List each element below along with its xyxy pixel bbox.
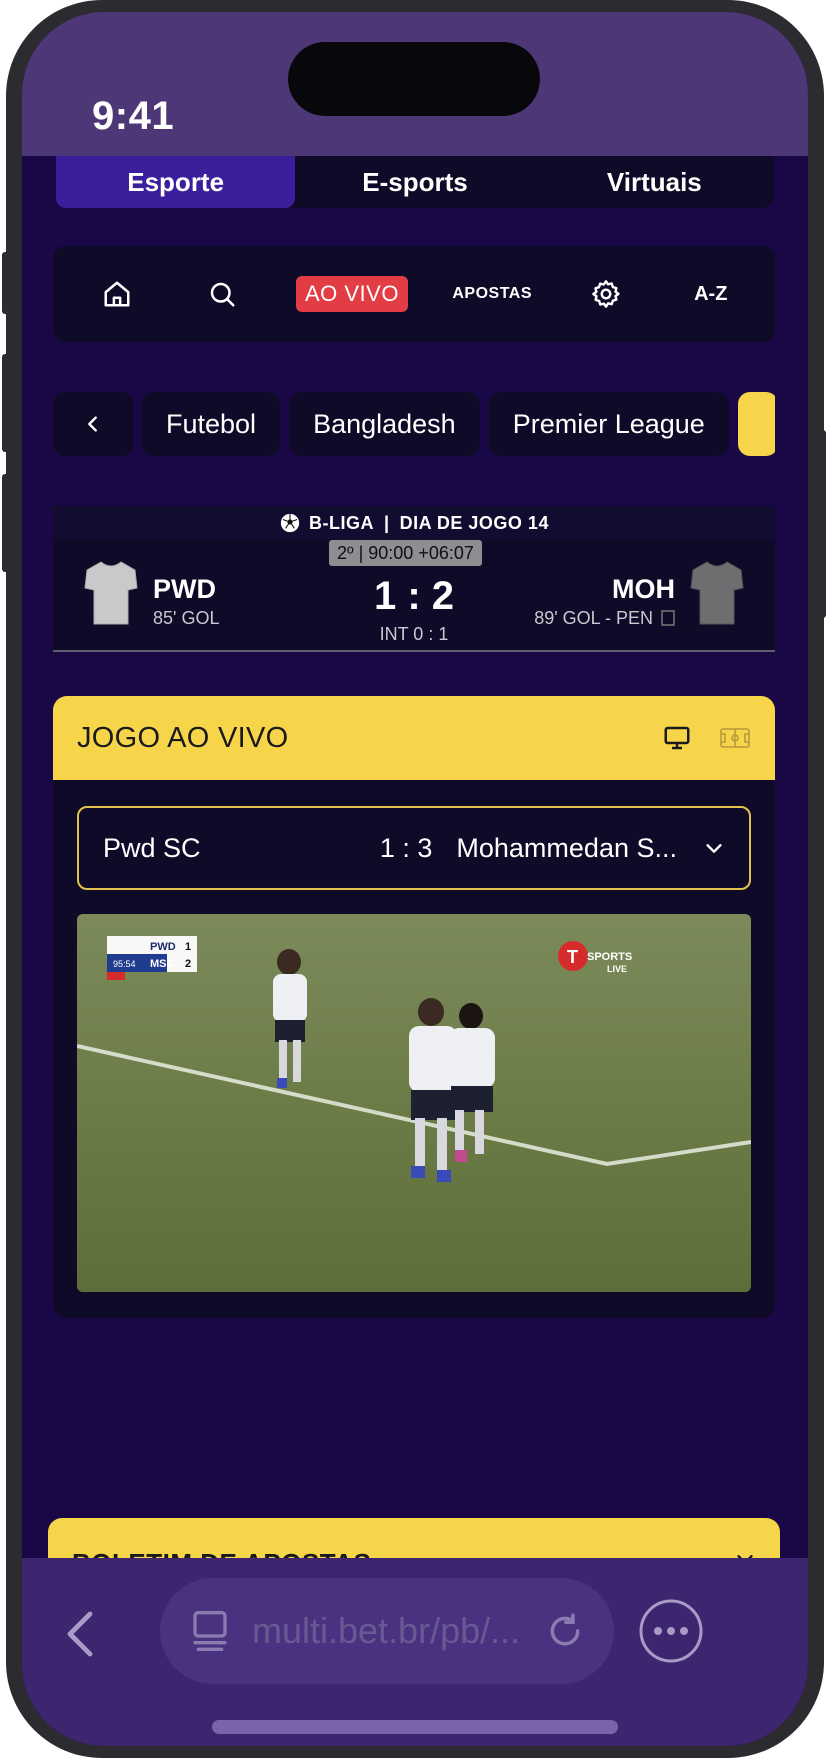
scoreboard[interactable]: B-LIGA | DIA DE JOGO 14 2º | 90:00 +06:0… — [53, 506, 775, 652]
home-indicator[interactable] — [212, 1720, 618, 1734]
match-round: DIA DE JOGO 14 — [399, 512, 549, 533]
product-tabs: Esporte E-sports Virtuais — [56, 156, 774, 208]
match-selector[interactable]: Pwd SC 1 : 3 Mohammedan S... — [77, 806, 751, 890]
reload-icon[interactable] — [546, 1612, 584, 1650]
power-button — [818, 430, 826, 618]
svg-text:LIVE: LIVE — [607, 964, 627, 974]
status-bar: 9:41 — [22, 12, 808, 156]
match-selector-score: 1 : 3 — [379, 832, 433, 863]
league-name: B-LIGA — [309, 512, 375, 533]
scoreboard-header: B-LIGA | DIA DE JOGO 14 — [53, 506, 775, 540]
chevron-down-icon — [706, 844, 722, 853]
browser-toolbar: multi.bet.br/pb/... — [22, 1558, 808, 1746]
home-icon[interactable] — [87, 246, 147, 342]
bet-slip-bar[interactable]: BOLETIM DE APOSTAS — [48, 1518, 780, 1558]
breadcrumb-item-futebol[interactable]: Futebol — [142, 392, 281, 456]
video-frame: PWD 1 95:54 MSC 2 T SPORTS LIVE — [77, 914, 751, 1292]
penalty-icon — [661, 610, 675, 626]
live-game-title: JOGO AO VIVO — [77, 721, 289, 754]
pitch-icon[interactable] — [719, 725, 751, 751]
match-selector-away: Mohammedan S... — [456, 832, 677, 863]
chevron-down-icon — [737, 1555, 753, 1558]
overlay-away-team: MSC — [150, 958, 175, 970]
address-bar[interactable]: multi.bet.br/pb/... — [160, 1578, 614, 1684]
overlay-away-score: 2 — [185, 958, 191, 970]
breadcrumb-item-next[interactable] — [737, 392, 775, 456]
bets-label: APOSTAS — [452, 285, 532, 302]
live-button[interactable]: AO VIVO — [295, 246, 408, 342]
gear-icon[interactable] — [576, 246, 636, 342]
away-team-event: 89' GOL - PEN — [534, 608, 653, 628]
more-options-icon[interactable] — [636, 1596, 706, 1666]
status-time: 9:41 — [92, 94, 175, 138]
az-button[interactable]: A-Z — [681, 246, 741, 342]
bets-button[interactable]: APOSTAS — [452, 246, 532, 342]
breadcrumb-item-premier-league[interactable]: Premier League — [488, 392, 729, 456]
page-content: Esporte E-sports Virtuais AO VIVO APOSTA… — [22, 156, 808, 1558]
breadcrumb: Futebol Bangladesh Premier League — [53, 392, 775, 456]
volume-up-button — [2, 354, 10, 452]
tab-esporte[interactable]: Esporte — [56, 156, 296, 208]
svg-text:SPORTS: SPORTS — [587, 951, 632, 963]
match-selector-home: Pwd SC — [103, 832, 201, 863]
tab-virtuais[interactable]: Virtuais — [535, 156, 774, 208]
screen: 9:41 Esporte E-sports Virtuais AO VIVO A… — [22, 12, 808, 1746]
away-team-name: MOH — [612, 574, 675, 604]
overlay-home-team: PWD — [150, 941, 176, 953]
chevron-left-icon — [88, 416, 97, 432]
monitor-icon[interactable] — [661, 723, 693, 753]
volume-down-button — [2, 474, 10, 572]
live-game-header: JOGO AO VIVO — [53, 696, 775, 780]
sports-nav-bar: AO VIVO APOSTAS A-Z — [53, 246, 775, 342]
dynamic-island — [288, 42, 540, 116]
bet-slip-title: BOLETIM DE APOSTAS — [72, 1548, 734, 1558]
away-shirt-icon — [690, 561, 744, 625]
live-label: AO VIVO — [295, 276, 408, 312]
live-game-card: JOGO AO VIVO Pwd SC 1 : 3 Mohammedan S..… — [53, 696, 775, 1318]
svg-text:T: T — [567, 947, 578, 967]
live-video-player[interactable]: PWD 1 95:54 MSC 2 T SPORTS LIVE — [77, 914, 751, 1292]
back-button[interactable] — [53, 392, 133, 456]
az-label: A-Z — [694, 282, 728, 305]
overlay-clock: 95:54 — [113, 959, 136, 969]
soccer-ball-icon — [280, 513, 300, 533]
search-icon[interactable] — [192, 246, 252, 342]
action-button — [2, 252, 10, 314]
overlay-home-score: 1 — [185, 941, 191, 953]
breadcrumb-item-bangladesh[interactable]: Bangladesh — [289, 392, 480, 456]
tab-e-sports[interactable]: E-sports — [295, 156, 534, 208]
match-timer: 2º | 90:00 +06:07 — [329, 540, 482, 566]
halftime-score: INT 0 : 1 — [379, 624, 449, 644]
tab-overview-icon[interactable] — [190, 1609, 230, 1653]
browser-back-icon[interactable] — [62, 1610, 98, 1658]
url-text: multi.bet.br/pb/... — [252, 1610, 521, 1651]
